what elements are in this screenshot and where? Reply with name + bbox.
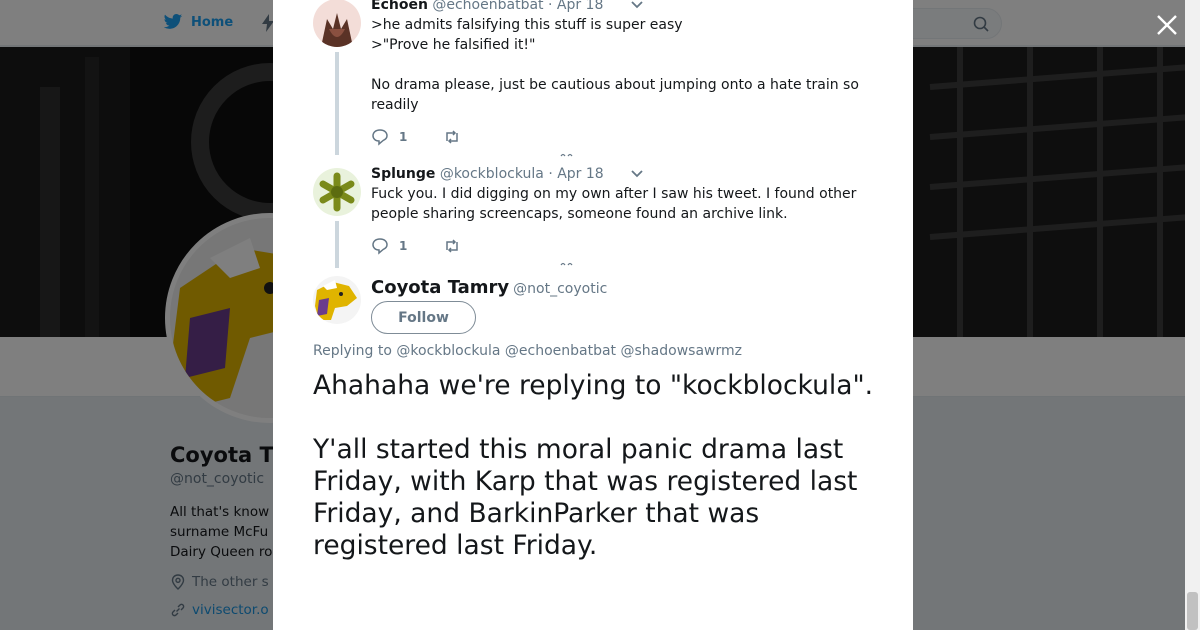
reply-count: 1 — [399, 130, 408, 144]
avatar-image — [313, 168, 361, 216]
mention-link[interactable]: @kockblockula — [396, 343, 500, 359]
focus-author-handle[interactable]: @not_coyotic — [513, 281, 607, 297]
replying-to: Replying to @kockblockula @echoenbatbat … — [313, 343, 742, 359]
tweet-actions: 1 — [371, 237, 461, 255]
mention-link[interactable]: @shadowsawrmz — [621, 343, 742, 359]
tweet-author-name[interactable]: Echoen — [371, 0, 428, 13]
avatar-image — [313, 0, 361, 47]
avatar[interactable] — [313, 168, 361, 216]
thread-line — [335, 221, 339, 268]
retweet-icon[interactable] — [443, 237, 461, 255]
follow-button[interactable]: Follow — [371, 301, 476, 334]
reply-count: 1 — [399, 239, 408, 253]
tweet-date[interactable]: · Apr 18 — [548, 166, 603, 182]
chevron-down-icon[interactable] — [630, 169, 644, 179]
focus-tweet-author: Coyota Tamry @not_coyotic — [371, 277, 607, 298]
tweet-text: Fuck you. I did digging on my own after … — [371, 186, 861, 222]
retweet-icon[interactable] — [443, 128, 461, 146]
avatar-image — [313, 276, 361, 324]
thread-line — [335, 52, 339, 155]
tweet-header: Splunge @kockblockula · Apr 18 — [371, 166, 644, 182]
chevron-down-icon[interactable] — [630, 0, 644, 10]
tweet-author-handle[interactable]: @echoenbatbat — [432, 0, 543, 13]
focus-author-name[interactable]: Coyota Tamry — [371, 277, 509, 298]
reply-icon[interactable] — [371, 128, 389, 146]
more-replies-icon[interactable] — [560, 262, 574, 266]
tweet-header: Echoen @echoenbatbat · Apr 18 — [371, 0, 644, 13]
tweet-modal: Echoen @echoenbatbat · Apr 18 >he admits… — [273, 0, 913, 630]
more-replies-icon[interactable] — [560, 153, 574, 157]
avatar[interactable] — [313, 0, 361, 47]
tweet-author-handle[interactable]: @kockblockula — [440, 166, 544, 182]
tweet-text: >he admits falsifying this stuff is supe… — [371, 17, 859, 113]
tweet-actions: 1 — [371, 128, 461, 146]
tweet-date[interactable]: · Apr 18 — [548, 0, 603, 13]
close-icon[interactable] — [1154, 12, 1180, 38]
tweet-author-name[interactable]: Splunge — [371, 166, 435, 182]
reply-icon[interactable] — [371, 237, 389, 255]
scrollbar[interactable] — [1185, 0, 1200, 630]
scrollbar-thumb[interactable] — [1187, 592, 1198, 630]
mention-link[interactable]: @echoenbatbat — [505, 343, 616, 359]
focus-tweet-text: Ahahaha we're replying to "kockblockula"… — [313, 370, 874, 561]
avatar[interactable] — [313, 276, 361, 324]
replying-to-label: Replying to — [313, 343, 392, 359]
